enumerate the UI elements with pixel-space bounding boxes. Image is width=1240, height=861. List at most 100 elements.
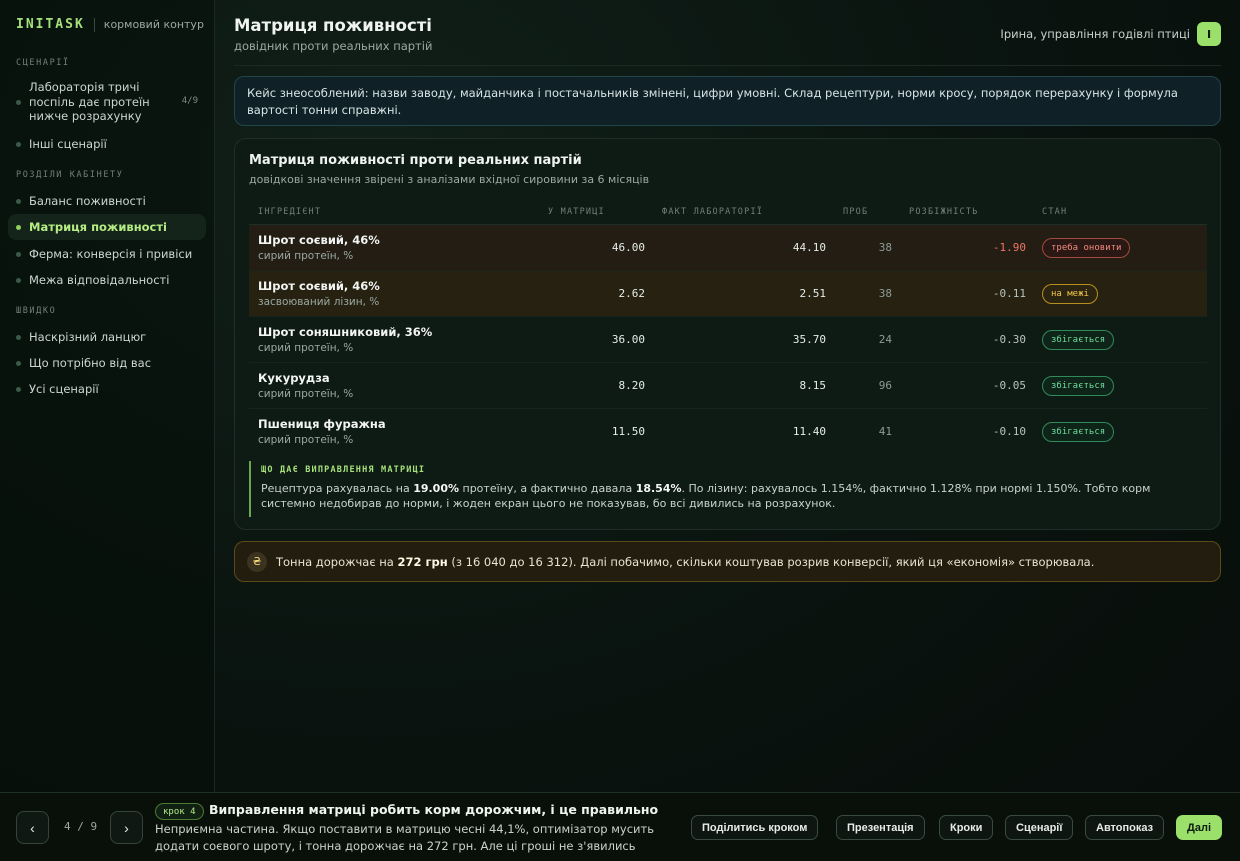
insight-text: Рецептура рахувалась на 19.00% протеїну,…: [261, 481, 1207, 512]
table-row[interactable]: Шрот соєвий, 46% сирий протеїн, % 46.00 …: [249, 225, 1207, 271]
bullet-icon: [16, 277, 21, 283]
diff-value: -1.90: [992, 241, 1026, 254]
fact-value: 2.51: [799, 287, 827, 300]
sidebar-item-responsibility[interactable]: Межа відповідальності: [8, 267, 206, 293]
page-title: Матриця поживності: [234, 16, 432, 35]
fact-value: 11.40: [792, 425, 826, 438]
user-name: Ірина, управління годівлі птиці: [1000, 27, 1190, 41]
page-subtitle: довідник проти реальних партій: [234, 39, 433, 53]
matrix-value: 8.20: [618, 379, 646, 392]
matrix-fix-insight: ЩО ДАЄ ВИПРАВЛЕННЯ МАТРИЦІ Рецептура рах…: [249, 461, 1207, 517]
sidebar-section-quick: ШВИДКО: [16, 306, 57, 316]
sidebar-section-cabinet: РОЗДІЛИ КАБІНЕТУ: [16, 170, 124, 180]
sidebar-item-other-scenarios[interactable]: Інші сценарії: [8, 131, 206, 157]
sidebar-item-label: Межа відповідальності: [29, 273, 170, 287]
ingredient-unit: сирий протеїн, %: [258, 388, 354, 400]
bullet-icon: [16, 251, 21, 257]
step-pager: 4 / 9: [64, 820, 98, 833]
next-button[interactable]: Далі: [1176, 815, 1222, 840]
share-step-button[interactable]: Поділитись кроком: [691, 815, 819, 840]
autoplay-button[interactable]: Автопоказ: [1085, 815, 1165, 840]
step-footer: ‹ 4 / 9 › крок 4 Виправлення матриці роб…: [0, 792, 1240, 861]
matrix-card: Матриця поживності проти реальних партій…: [234, 138, 1221, 530]
table-row[interactable]: Пшениця фуражна сирий протеїн, % 11.50 1…: [249, 409, 1207, 455]
sidebar-section-scenarios: СЦЕНАРІЇ: [16, 58, 70, 68]
bullet-icon: [16, 224, 21, 230]
probes-count: 96: [878, 379, 892, 392]
bullet-icon: [16, 99, 21, 105]
sidebar-item-lab-scenario[interactable]: Лабораторія тричі поспіль дає протеїн ни…: [8, 76, 206, 128]
status-badge: треба оновити: [1042, 238, 1131, 258]
sidebar-item-label: Матриця поживності: [29, 220, 167, 234]
cost-notice: ₴ Тонна дорожчає на 272 грн (з 16 040 до…: [234, 541, 1221, 582]
matrix-value: 36.00: [611, 333, 645, 346]
diff-value: -0.11: [992, 287, 1026, 300]
bullet-icon: [16, 360, 21, 366]
ingredient-unit: сирий протеїн, %: [258, 342, 354, 354]
brand-divider: [93, 17, 95, 32]
table-header: ІНГРЕДІЄНТ У МАТРИЦІ ФАКТ ЛАБОРАТОРІЇ ПР…: [249, 201, 1207, 225]
sidebar-item-nutrient-matrix[interactable]: Матриця поживності: [8, 214, 206, 240]
prev-step-button[interactable]: ‹: [16, 811, 49, 844]
bullet-icon: [16, 386, 21, 392]
status-badge: на межі: [1042, 284, 1098, 304]
insight-text-part: протеїну, а фактично давала: [459, 482, 636, 495]
column-header-ingredient: ІНГРЕДІЄНТ: [258, 207, 322, 217]
probes-count: 24: [878, 333, 892, 346]
insight-actual-protein: 18.54%: [635, 482, 682, 495]
brand-subtitle: кормовий контур: [103, 18, 204, 31]
brand[interactable]: INITASK кормовий контур: [16, 17, 204, 32]
card-title: Матриця поживності проти реальних партій: [249, 153, 582, 168]
card-subtitle: довідкові значення звірені з аналізами в…: [249, 173, 650, 186]
sidebar-item-nutrient-balance[interactable]: Баланс поживності: [8, 188, 206, 214]
next-step-arrow-button[interactable]: ›: [110, 811, 143, 844]
sidebar-item-label: Лабораторія тричі поспіль дає протеїн ни…: [29, 79, 150, 124]
avatar[interactable]: І: [1197, 22, 1221, 46]
table-row[interactable]: Шрот соняшниковий, 36% сирий протеїн, % …: [249, 317, 1207, 363]
cost-text-part: (з 16 040 до 16 312). Далі побачимо, скі…: [447, 554, 1095, 569]
steps-button[interactable]: Кроки: [939, 815, 994, 840]
insight-label: ЩО ДАЄ ВИПРАВЛЕННЯ МАТРИЦІ: [261, 465, 426, 475]
ingredient-name: Шрот соєвий, 46%: [258, 233, 380, 247]
probes-count: 41: [878, 425, 892, 438]
hryvnia-icon: ₴: [247, 551, 267, 572]
ingredient-name: Пшениця фуражна: [258, 417, 386, 431]
status-badge: збігається: [1042, 422, 1115, 442]
ingredient-name: Шрот соняшниковий, 36%: [258, 325, 433, 339]
sidebar-item-farm-conversion[interactable]: Ферма: конверсія і привіси: [8, 241, 206, 267]
bullet-icon: [16, 141, 21, 147]
probes-count: 38: [878, 241, 892, 254]
column-header-matrix: У МАТРИЦІ: [548, 207, 605, 217]
sidebar-item-label: Баланс поживності: [29, 194, 146, 208]
user-menu[interactable]: Ірина, управління годівлі птиці І: [1000, 22, 1221, 46]
sidebar-item-label: Інші сценарії: [29, 137, 107, 151]
table-row[interactable]: Кукурудза сирий протеїн, % 8.20 8.15 96 …: [249, 363, 1207, 409]
column-header-status: СТАН: [1042, 207, 1068, 217]
page-header: Матриця поживності довідник проти реальн…: [234, 0, 1221, 66]
sidebar-item-what-needed[interactable]: Що потрібно від вас: [8, 350, 206, 376]
ingredient-name: Шрот соєвий, 46%: [258, 279, 380, 293]
ingredient-unit: засвоюваний лізин, %: [258, 296, 380, 308]
insight-calculated-protein: 19.00%: [413, 482, 460, 495]
cost-text: Тонна дорожчає на 272 грн (з 16 040 до 1…: [276, 555, 1094, 569]
anonymization-notice: Кейс знеособлений: назви заводу, майданч…: [234, 76, 1221, 126]
sidebar-item-label: Усі сценарії: [29, 382, 99, 396]
ingredient-unit: сирий протеїн, %: [258, 434, 354, 446]
insight-text-part: Рецептура рахувалась на: [261, 482, 414, 495]
sidebar-item-all-scenarios[interactable]: Усі сценарії: [8, 376, 206, 402]
sidebar-item-end-to-end[interactable]: Наскрізний ланцюг: [8, 324, 206, 350]
sidebar-item-label: Що потрібно від вас: [29, 356, 152, 370]
sidebar-item-label: Наскрізний ланцюг: [29, 330, 147, 344]
step-badge: крок 4: [155, 803, 204, 820]
table-row[interactable]: Шрот соєвий, 46% засвоюваний лізин, % 2.…: [249, 271, 1207, 317]
probes-count: 38: [878, 287, 892, 300]
matrix-value: 46.00: [611, 241, 645, 254]
fact-value: 35.70: [792, 333, 826, 346]
scenario-progress-count: 4/9: [181, 96, 198, 107]
scenarios-button[interactable]: Сценарії: [1005, 815, 1074, 840]
diff-value: -0.30: [992, 333, 1026, 346]
presentation-button[interactable]: Презентація: [836, 815, 925, 840]
bullet-icon: [16, 334, 21, 340]
diff-value: -0.10: [992, 425, 1026, 438]
column-header-fact: ФАКТ ЛАБОРАТОРІЇ: [662, 207, 764, 217]
